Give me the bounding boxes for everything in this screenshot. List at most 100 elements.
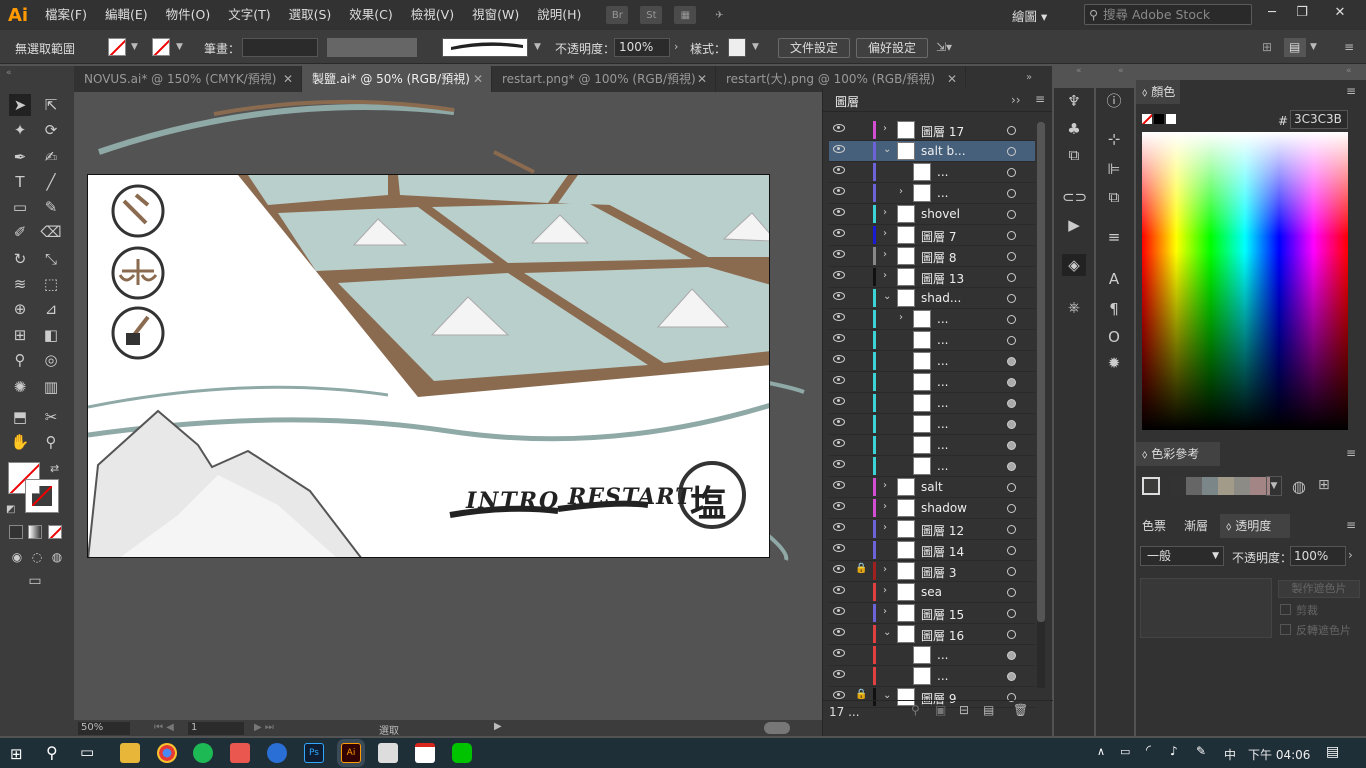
canvas-area[interactable]: INTRO RESTART 塩 [74,92,822,720]
target-circle-icon[interactable] [1007,168,1016,177]
shape-builder-tool-icon[interactable]: ⊕ [9,298,31,320]
more-tabs-icon[interactable]: » [1026,72,1032,83]
minimize-button[interactable]: ─ [1258,2,1286,24]
zoom-tool-icon[interactable]: ⚲ [40,431,62,453]
target-circle-icon[interactable] [1007,315,1016,324]
layer-row[interactable]: › sea [829,582,1035,603]
actions-play-icon[interactable]: ▶ [1062,214,1086,236]
save-color-group-icon[interactable]: ⊞ [1318,477,1330,493]
layer-row[interactable]: ... [829,393,1035,414]
layer-row[interactable]: ›... [829,309,1035,330]
layer-row[interactable]: ›... [829,183,1035,204]
stock-search-input[interactable]: ⚲ 搜尋 Adobe Stock [1084,4,1252,25]
white-swatch[interactable] [1166,114,1176,124]
artboard-number-field[interactable]: 1 [188,722,244,735]
media-player-icon[interactable] [267,743,287,763]
perspective-grid-tool-icon[interactable]: ⊿ [40,298,62,320]
make-mask-button[interactable]: 製作遮色片 [1278,580,1360,598]
collapse-icon[interactable]: « [1118,66,1124,76]
layers-stack-icon[interactable]: ◈ [1062,254,1086,276]
target-circle-icon[interactable] [1007,567,1016,576]
glyphs-sun-icon[interactable]: ✹ [1102,352,1126,374]
artboard-nav-next-icon[interactable]: ▶ ⏭ [254,722,274,733]
target-circle-icon[interactable] [1007,483,1016,492]
artboards-icon[interactable]: ⧉ [1062,144,1086,166]
gradient-tool-icon[interactable]: ◧ [40,324,62,346]
gradient-tab[interactable]: 漸層 [1178,514,1218,538]
none-mode-icon[interactable] [48,525,62,539]
blend-mode-select[interactable]: 一般 ▼ [1140,546,1224,566]
visibility-eye-icon[interactable] [833,502,845,510]
layer-row[interactable]: ... [829,351,1035,372]
target-circle-icon[interactable] [1007,525,1016,534]
links-icon[interactable]: ⊂⊃ [1062,186,1087,208]
bridge-icon[interactable]: Br [606,6,629,24]
tab-restart[interactable]: restart.png* @ 100% (RGB/預視) ✕ [492,66,716,92]
type-tool-icon[interactable]: T [9,171,31,193]
harmony-rules-dropdown[interactable]: ▼ [1266,476,1282,496]
chevron-right-icon[interactable]: › [883,606,887,617]
chevron-down-icon[interactable]: ⌄ [883,627,891,638]
layers-tab[interactable]: 圖層 [835,93,859,110]
brush-definition[interactable] [442,38,528,57]
panel-menu-icon[interactable]: ≡ [1035,92,1045,106]
visibility-eye-icon[interactable] [833,691,845,699]
visibility-eye-icon[interactable] [833,565,845,573]
transform-icon[interactable]: ⊹ [1102,128,1126,150]
chevron-down-icon[interactable]: ▼ [1310,42,1317,52]
acrobat-icon[interactable] [415,743,435,763]
color-spectrum[interactable] [1142,132,1348,430]
swap-colors-icon[interactable]: ⇄ [50,462,59,475]
opacity-field[interactable]: 100% [614,38,670,57]
selection-tool-icon[interactable]: ➤ [9,94,31,116]
target-circle-icon[interactable] [1007,651,1016,660]
wifi-icon[interactable]: ◜ [1146,743,1151,758]
stroke-color-box[interactable] [25,479,59,513]
magic-wand-tool-icon[interactable]: ✦ [9,119,31,141]
menu-item[interactable]: 選取(S) [280,0,341,30]
collapse-icon[interactable]: « [6,68,12,78]
target-circle-icon[interactable] [1007,189,1016,198]
spotify-icon[interactable] [193,743,213,763]
tab-novus[interactable]: NOVUS.ai* @ 150% (CMYK/預視) ✕ [74,66,302,92]
chevron-right-icon[interactable]: › [674,40,678,53]
line-tool-icon[interactable]: ╱ [40,171,62,193]
free-transform-tool-icon[interactable]: ⬚ [40,273,62,295]
color-guide-tab[interactable]: ⬨ 色彩參考 [1136,442,1220,466]
panel-menu-icon[interactable]: ≡ [1346,518,1356,532]
layer-row[interactable]: ... [829,456,1035,477]
visibility-eye-icon[interactable] [833,145,845,153]
layer-row[interactable]: › 圖層 13 [829,267,1035,288]
battery-icon[interactable]: ▭ [1120,745,1130,758]
stroke-swatch[interactable] [152,38,170,56]
arrange-documents-icon[interactable]: ▦ [674,6,697,24]
screen-mode-icon[interactable]: ▭ [24,570,46,592]
visibility-eye-icon[interactable] [833,481,845,489]
restart-button[interactable]: RESTART [568,484,692,510]
task-view-icon[interactable]: ▭ [80,743,94,761]
blend-tool-icon[interactable]: ◎ [40,349,62,371]
symbols-club-icon[interactable]: ♣ [1062,118,1086,140]
layer-row[interactable]: ⌄ 圖層 16 [829,624,1035,645]
visibility-eye-icon[interactable] [833,166,845,174]
layer-row[interactable]: ⌄ salt b... [829,141,1035,162]
visibility-eye-icon[interactable] [833,523,845,531]
variable-width-profile[interactable] [327,38,417,57]
chevron-right-icon[interactable]: › [883,228,887,239]
file-explorer-icon[interactable] [120,743,140,763]
layer-row[interactable]: › 圖層 15 [829,603,1035,624]
target-circle-icon[interactable] [1007,147,1016,156]
layer-row[interactable]: 🔒 › 圖層 3 [829,561,1035,582]
visibility-eye-icon[interactable] [833,670,845,678]
clock[interactable]: 下午 04:06 [1248,746,1310,763]
close-tab-icon[interactable]: ✕ [697,66,707,92]
target-circle-icon[interactable] [1007,210,1016,219]
visibility-eye-icon[interactable] [833,544,845,552]
none-swatch[interactable] [1142,114,1152,124]
draw-behind-icon[interactable]: ◌ [26,546,48,568]
shaper-tool-icon[interactable]: ✐ [9,221,31,243]
visibility-eye-icon[interactable] [833,313,845,321]
expand-panel-icon[interactable]: ›› [1011,93,1021,107]
paintbrush-tool-icon[interactable]: ✎ [40,196,62,218]
gpu-rocket-icon[interactable]: ✈ [708,6,730,24]
